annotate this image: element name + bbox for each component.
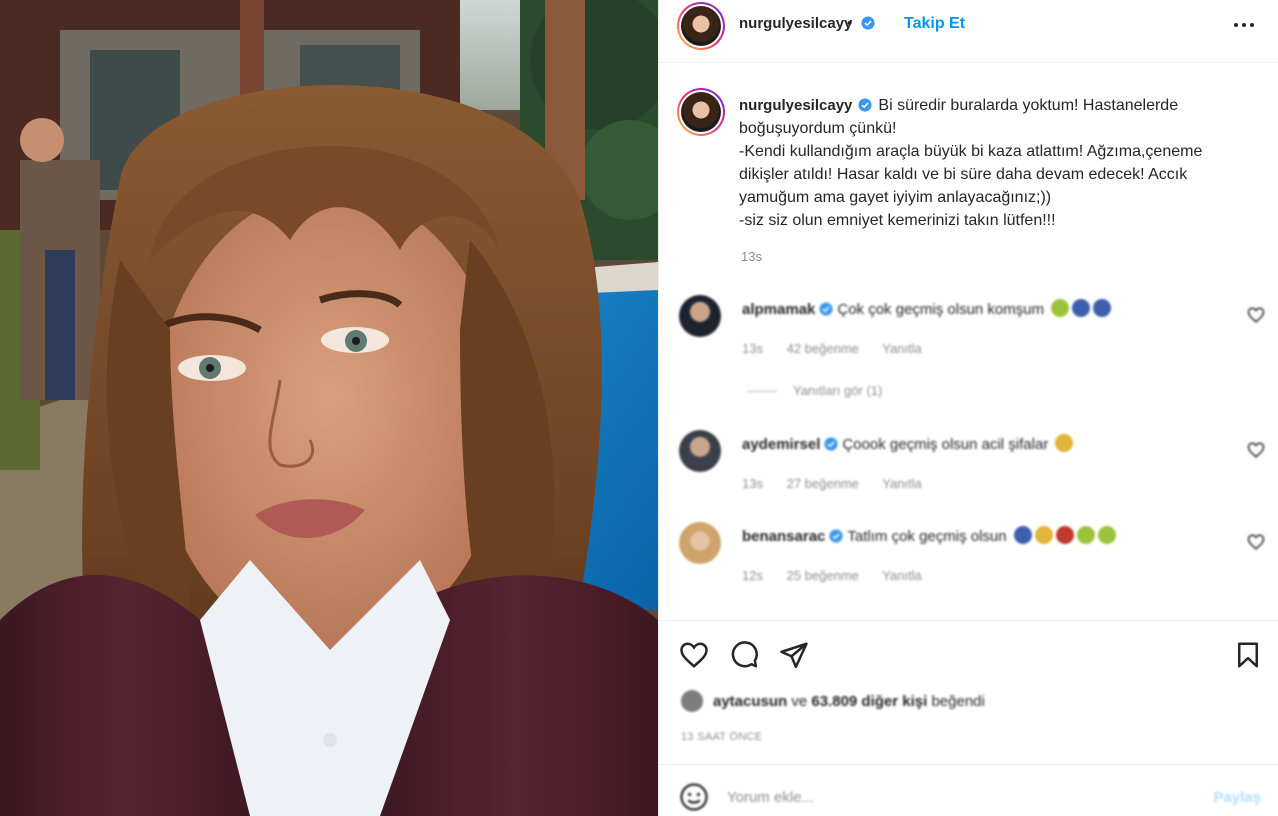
verified-badge-icon <box>819 302 833 316</box>
caption-line: -siz siz olun emniyet kemerinizi takın l… <box>739 212 1056 229</box>
verified-badge-icon <box>858 98 872 112</box>
caption-username-link[interactable]: nurgulyesilcayy <box>739 97 852 114</box>
selfie-image <box>0 0 658 816</box>
comment-username-link[interactable]: aydemirsel <box>742 436 820 453</box>
likes-others-count[interactable]: 63.809 diğer kişi <box>811 693 927 710</box>
header-separator: • <box>847 15 853 32</box>
evil-eye-emoji-icon <box>1013 526 1032 544</box>
paper-plane-icon[interactable] <box>779 640 809 670</box>
reply-button[interactable]: Yanıtla <box>882 476 922 491</box>
add-comment-bar: Paylaş <box>659 764 1278 816</box>
comment-time: 13s <box>742 476 763 491</box>
car-emoji-icon <box>1055 526 1074 544</box>
comment-avatar[interactable] <box>679 430 721 472</box>
caption-line: -Kendi kullandığım araçla büyük bi kaza … <box>739 143 1203 160</box>
praying-hands-emoji-icon <box>1055 434 1074 452</box>
heart-icon[interactable] <box>1247 533 1265 551</box>
post-photo <box>0 0 658 816</box>
comment-text: benansarac Tatlım çok geçmiş olsun <box>742 526 1116 545</box>
author-avatar[interactable] <box>677 2 725 50</box>
comment-item: alpmamak Çok çok geçmiş olsun komşum 13s … <box>659 290 1278 370</box>
comment-avatar[interactable] <box>679 295 721 337</box>
liker-avatar <box>681 690 703 712</box>
praying-hands-emoji-icon <box>1034 526 1053 544</box>
smiley-icon[interactable] <box>679 782 709 812</box>
heart-icon[interactable] <box>1247 441 1265 459</box>
caption-line: boğuşuyordum çünkü! <box>739 120 897 137</box>
reply-button[interactable]: Yanıtla <box>882 568 922 583</box>
comment-username-link[interactable]: alpmamak <box>742 301 815 318</box>
comment-item: benansarac Tatlım çok geçmiş olsun 12s 25… <box>659 517 1278 597</box>
post-action-bar <box>659 620 1278 688</box>
caption-author-avatar[interactable] <box>677 88 725 136</box>
heart-emoji-icon <box>1076 526 1095 544</box>
reply-button[interactable]: Yanıtla <box>882 341 922 356</box>
comment-meta: 13s 42 beğenme Yanıtla <box>742 341 942 356</box>
post-caption: nurgulyesilcayy Bi süredir buralarda yokt… <box>739 94 1259 232</box>
comment-item: aydemirsel Çoook geçmiş olsun acil şifala… <box>659 425 1278 505</box>
verified-badge-icon <box>861 16 875 30</box>
comment-meta: 13s 27 beğenme Yanıtla <box>742 476 942 491</box>
share-comment-button[interactable]: Paylaş <box>1213 789 1261 806</box>
follow-button[interactable]: Takip Et <box>904 15 965 33</box>
liker-username[interactable]: aytacusun <box>713 693 787 710</box>
comment-input[interactable] <box>727 783 1197 811</box>
comment-time: 12s <box>742 568 763 583</box>
comment-meta: 12s 25 beğenme Yanıtla <box>742 568 942 583</box>
comment-text: alpmamak Çok çok geçmiş olsun komşum <box>742 299 1112 318</box>
post-side-panel: nurgulyesilcayy • Takip Et nurgulyesilca… <box>658 0 1278 816</box>
caption-line: nurgulyesilcayy Bi süredir buralarda yokt… <box>739 97 1179 114</box>
comment-username-link[interactable]: benansarac <box>742 528 825 545</box>
like-heart-icon[interactable] <box>679 640 709 670</box>
likes-suffix: beğendi <box>931 693 985 710</box>
verified-badge-icon <box>829 529 843 543</box>
post-header: nurgulyesilcayy • Takip Et <box>659 0 1278 63</box>
author-username-link[interactable]: nurgulyesilcayy <box>739 15 875 32</box>
heart-icon[interactable] <box>1247 306 1265 324</box>
caption-line: dikişler atıldı! Hasar kaldı ve bi süre … <box>739 166 1188 183</box>
evil-eye-emoji-icon <box>1072 299 1091 317</box>
evil-eye-emoji-icon <box>1093 299 1112 317</box>
more-options-icon[interactable] <box>1231 14 1257 36</box>
post-timestamp: 13 SAAT ÖNCE <box>681 731 763 743</box>
verified-badge-icon <box>824 437 838 451</box>
comment-time: 13s <box>742 341 763 356</box>
caption-timestamp: 13s <box>741 249 762 264</box>
likes-joiner: ve <box>791 693 808 710</box>
comment-text: aydemirsel Çoook geçmiş olsun acil şifala… <box>742 434 1074 453</box>
comment-avatar[interactable] <box>679 522 721 564</box>
heart-emoji-icon <box>1051 299 1070 317</box>
bookmark-icon[interactable] <box>1233 640 1263 670</box>
comment-likes-count[interactable]: 42 beğenme <box>787 341 859 356</box>
comment-likes-count[interactable]: 25 beğenme <box>787 568 859 583</box>
view-replies-button[interactable]: Yanıtları gör (1) <box>747 383 882 398</box>
comment-likes-count[interactable]: 27 beğenme <box>787 476 859 491</box>
likes-summary[interactable]: aytacusun ve 63.809 diğer kişi beğendi <box>681 690 985 712</box>
comment-bubble-icon[interactable] <box>729 640 759 670</box>
caption-line: yamuğum ama gayet iyiyim anlayacağınız;)… <box>739 189 1052 206</box>
heart-emoji-icon <box>1097 526 1116 544</box>
